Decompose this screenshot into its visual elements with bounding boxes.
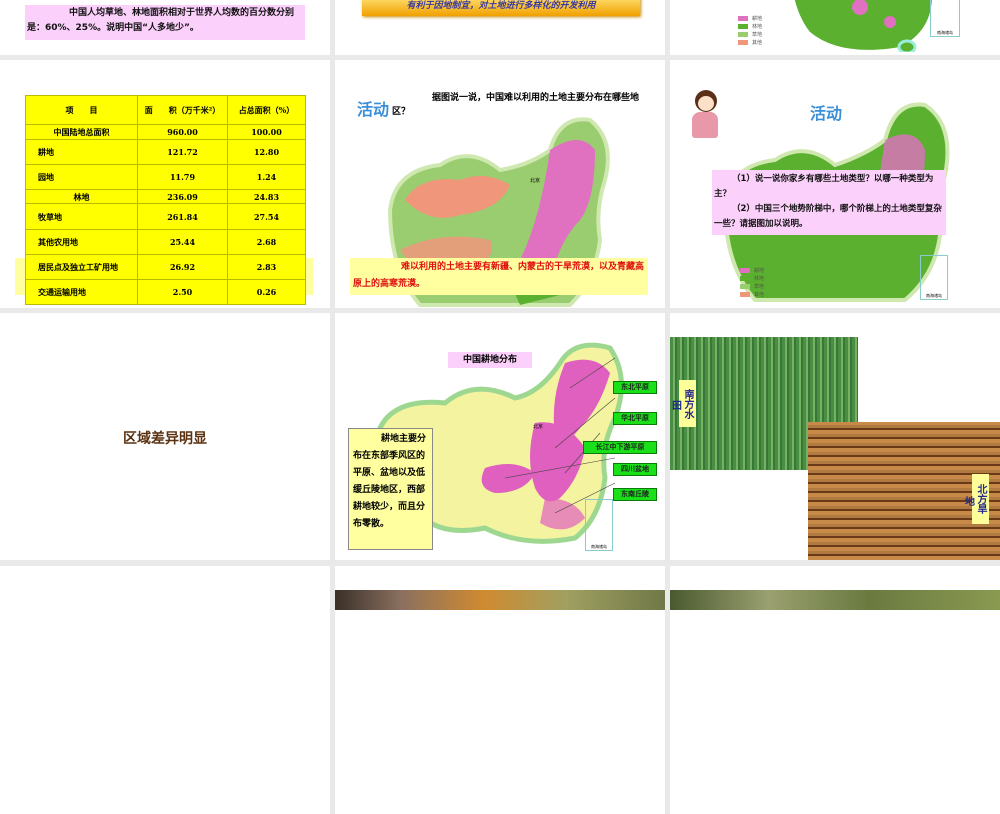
table-header: 项 目 xyxy=(25,95,138,125)
forest-photo xyxy=(670,590,1000,610)
label-sichuan-basin: 四川盆地 xyxy=(613,463,657,476)
table-header: 面 积（万千米²） xyxy=(137,95,228,125)
table-row: 中国陆地总面积 960.00 100.00 xyxy=(25,124,306,140)
south-paddy-tail: 田 xyxy=(672,401,682,412)
inset-map-box: 南海诸岛 xyxy=(920,255,948,300)
banner: 有利于因地制宜，对土地进行多样化的开发利用 xyxy=(362,0,640,16)
map-title: 中国耕地分布 xyxy=(448,352,532,368)
table-row: 林地 236.09 24.83 xyxy=(25,189,306,204)
slide-thumbnail-3[interactable]: 耕地 林地 草地 其他 南海诸岛 xyxy=(670,0,1000,55)
girl-avatar xyxy=(688,90,722,138)
label-north-china-plain: 华北平原 xyxy=(613,412,657,425)
slide-thumbnail-8[interactable]: 北京 中国耕地分布 东北平原 华北平原 长江中下游平原 四川盆地 东南丘陵 耕地… xyxy=(335,313,665,560)
slide-thumbnail-5[interactable]: 活动 据图说一说，中国难以利用的土地主要分布在哪些地区？ 北京 难以利用的土地主… xyxy=(335,60,665,308)
table-row: 交通运输用地 2.50 0.26 xyxy=(25,279,306,305)
table-row: 园地 11.79 1.24 xyxy=(25,164,306,190)
answer-box: 难以利用的土地主要有新疆、内蒙古的干旱荒漠，以及青藏高原上的高寒荒漠。 xyxy=(350,258,648,295)
slide-heading: 区域差异明显 xyxy=(123,431,207,447)
slide-thumbnail-4[interactable]: 项 目面 积（万千米²） 占总面积（%） 中国陆地总面积 960.00 100.00 … xyxy=(0,60,330,308)
table-row: 耕地 121.72 12.80 xyxy=(25,139,306,165)
forest-photo xyxy=(335,590,665,610)
inset-map-box: 南海诸岛 xyxy=(930,0,960,37)
question-2: （2）中国三个地势阶梯中，哪个阶梯上的土地类型复杂一些？请据图加以说明。 xyxy=(714,204,942,229)
cropland-note: 耕地主要分布在东部季风区的平原、盆地以及低缓丘陵地区，西部耕地较少，而且分布零散… xyxy=(348,428,433,550)
slide-thumbnail-11[interactable] xyxy=(335,566,665,814)
label-yangtze-plain: 长江中下游平原 xyxy=(583,441,657,454)
table-header: 占总面积（%） xyxy=(227,95,306,125)
slide-thumbnail-7[interactable]: 区域差异明显 xyxy=(0,313,330,560)
activity-title: 活动 xyxy=(810,104,843,123)
label-northeast-plain: 东北平原 xyxy=(613,381,657,394)
beijing-label: 北京 xyxy=(530,177,540,184)
question-1: （1）说一说你家乡有哪些土地类型？以哪一种类型为主？ xyxy=(714,174,934,199)
slide-thumbnail-10[interactable] xyxy=(0,566,330,814)
slide-thumbnail-1[interactable]: 中国人均草地、林地面积相对于世界人均数的百分数分别是：60%、25%。说明中国“… xyxy=(0,0,330,55)
beijing-label: 北京 xyxy=(533,423,543,430)
pink-text-box: 中国人均草地、林地面积相对于世界人均数的百分数分别是：60%、25%。说明中国“… xyxy=(25,5,305,40)
questions-box: （1）说一说你家乡有哪些土地类型？以哪一种类型为主？ （2）中国三个地势阶梯中，… xyxy=(712,170,946,235)
slide-thumbnail-6[interactable]: 活动 （1）说一说你家乡有哪些土地类型？以哪一种类型为主？ （2）中国三个地势阶… xyxy=(670,60,1000,308)
slide-thumbnail-2[interactable]: 有利于因地制宜，对土地进行多样化的开发利用 xyxy=(335,0,665,55)
table-row: 牧草地 261.84 27.54 xyxy=(25,203,306,230)
table-row: 其他农用地 25.44 2.68 xyxy=(25,229,306,255)
map-legend: 耕地 林地 草地 其他 xyxy=(740,267,764,299)
table-row: 居民点及独立工矿用地 26.92 2.83 xyxy=(25,254,306,280)
slide-thumbnail-12[interactable] xyxy=(670,566,1000,814)
slide-thumbnail-9[interactable]: 南方水 田 北方旱 地 xyxy=(670,313,1000,560)
label-southeast-hills: 东南丘陵 xyxy=(613,488,657,501)
inset-map-box: 南海诸岛 xyxy=(585,499,613,551)
map-legend: 耕地 林地 草地 其他 xyxy=(738,15,762,47)
land-use-table: 项 目面 积（万千米²） 占总面积（%） 中国陆地总面积 960.00 100.00 … xyxy=(25,95,306,305)
north-dryland-tail: 地 xyxy=(965,497,975,508)
